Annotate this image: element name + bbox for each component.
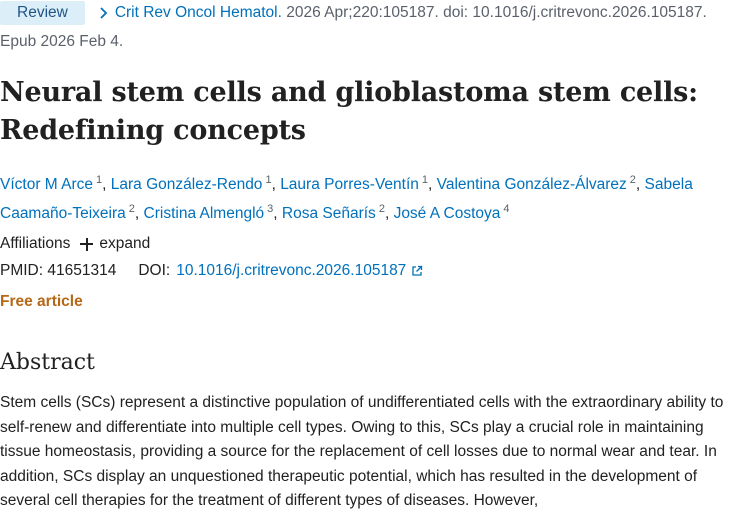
citation-details: 2026 Apr;220:105187. doi: 10.1016/j.crit…	[286, 4, 707, 21]
author-item: Lara González-Rendo 1,	[111, 174, 280, 193]
review-badge: Review	[0, 1, 85, 25]
author-item: Víctor M Arce 1,	[0, 174, 111, 193]
citation-line: Review Crit Rev Oncol Hematol. 2026 Apr;…	[0, 1, 707, 25]
identifiers-row: PMID: 41651314 DOI: 10.1016/j.critrevonc…	[0, 262, 423, 280]
author-link[interactable]: Cristina Almengló	[144, 205, 265, 222]
affiliations-expand-button[interactable]: expand	[80, 235, 150, 253]
author-separator: ,	[134, 205, 140, 222]
journal-link[interactable]: Crit Rev Oncol Hematol.	[115, 4, 282, 22]
author-item: José A Costoya 4	[394, 203, 510, 222]
pmid-value: 41651314	[47, 262, 117, 279]
author-separator: ,	[271, 176, 276, 193]
epub-date: Epub 2026 Feb 4.	[0, 33, 124, 50]
author-separator: ,	[273, 205, 278, 222]
author-list: Víctor M Arce 1, Lara González-Rendo 1, La…	[0, 168, 748, 226]
author-item: Laura Porres-Ventín 1,	[280, 174, 436, 193]
abstract-text: Stem cells (SCs) represent a distinctive…	[0, 394, 724, 510]
author-link[interactable]: Lara González-Rendo	[111, 176, 263, 193]
pmid-label: PMID:	[0, 262, 44, 279]
external-link-icon[interactable]	[411, 265, 423, 277]
author-link[interactable]: Laura Porres-Ventín	[280, 176, 419, 193]
author-separator: ,	[384, 205, 390, 222]
author-link[interactable]: Valentina González-Álvarez	[437, 176, 627, 193]
affiliations-row: Affiliations expand	[0, 235, 150, 253]
abstract-heading: Abstract	[0, 350, 95, 375]
author-link[interactable]: Rosa Señarís	[282, 205, 376, 222]
chevron-right-icon	[100, 7, 108, 19]
author-separator: ,	[428, 176, 433, 193]
affiliation-ref[interactable]: 4	[503, 203, 509, 215]
plus-icon	[80, 237, 94, 251]
free-article-label: Free article	[0, 293, 83, 310]
doi-label: DOI:	[138, 262, 171, 279]
author-link[interactable]: Víctor M Arce	[0, 176, 93, 193]
page-title: Neural stem cells and glioblastoma stem …	[0, 77, 698, 146]
author-item: Rosa Señarís 2,	[282, 203, 394, 222]
affiliations-label: Affiliations	[0, 235, 71, 252]
author-separator: ,	[102, 176, 107, 193]
author-item: Valentina González-Álvarez 2,	[437, 174, 645, 193]
author-link[interactable]: José A Costoya	[394, 205, 501, 222]
author-item: Cristina Almengló 3,	[144, 203, 282, 222]
doi-link[interactable]: 10.1016/j.critrevonc.2026.105187	[176, 262, 406, 280]
expand-label: expand	[99, 235, 151, 252]
author-separator: ,	[635, 176, 641, 193]
